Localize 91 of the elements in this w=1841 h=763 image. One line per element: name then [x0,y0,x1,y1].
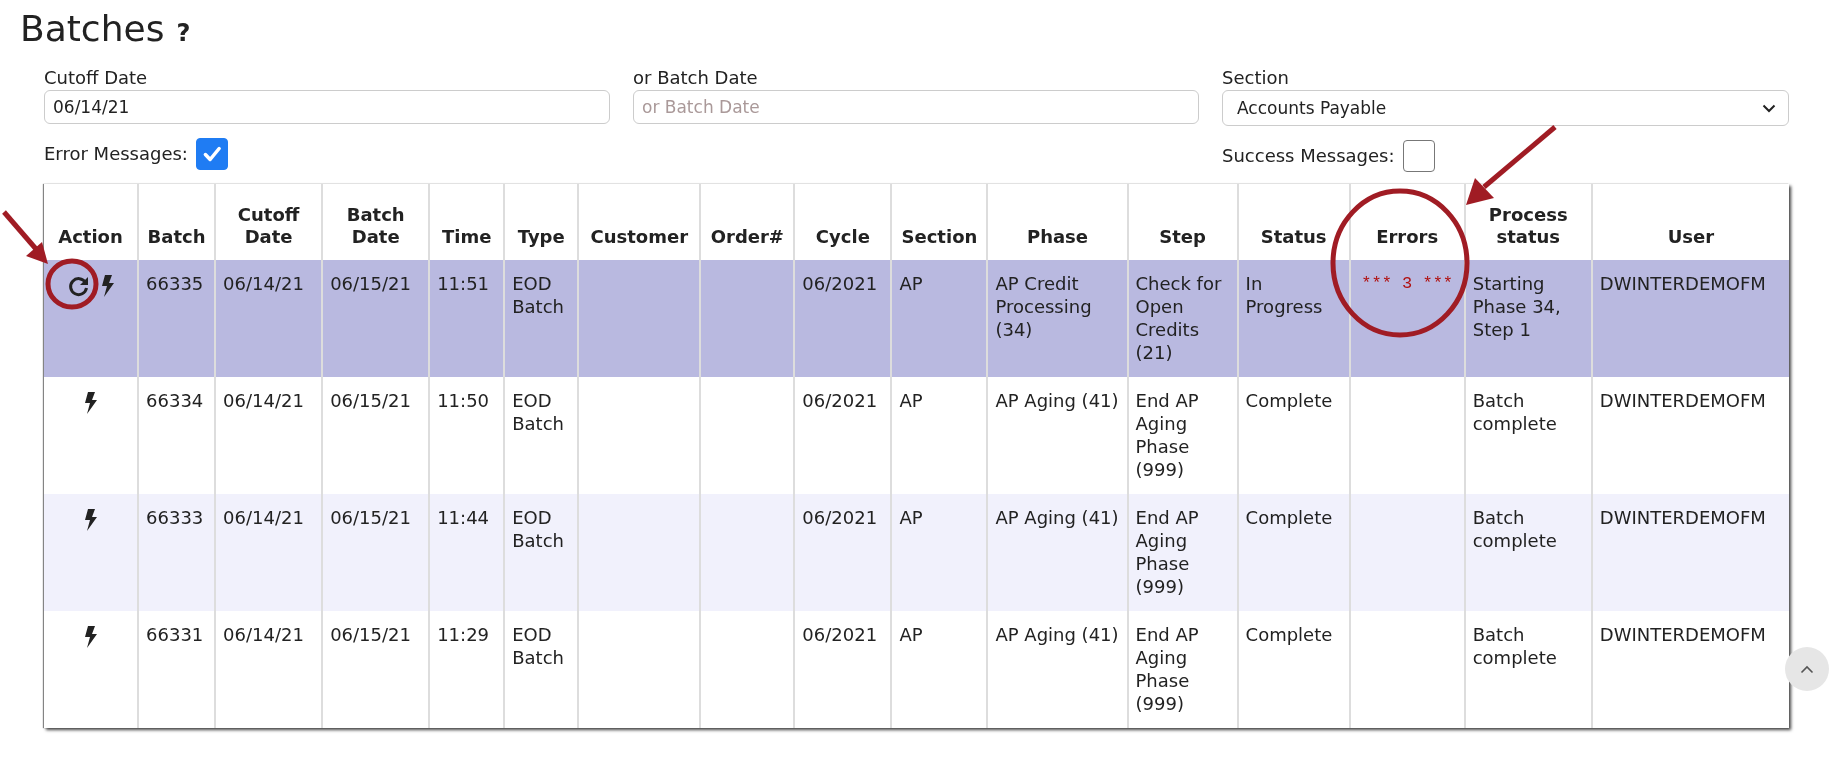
table-cell: DWINTERDEMOFM [1599,624,1766,645]
checkbox-label: Error Messages: [44,142,188,166]
table-cell: EOD Batch [512,507,564,551]
table-cell: 06/15/21 [330,624,411,645]
refresh-icon[interactable] [66,274,91,298]
column-header[interactable]: Process status [1469,204,1587,248]
table-row[interactable]: 66331 06/14/21 06/15/21 11:29 EOD Batch 06/2021 AP AP Aging (41) End AP Aging Phase (999) Complete Batch complete DWINTERDEMOFM [44,611,1789,728]
column-header[interactable]: Batch [143,226,211,248]
column-header[interactable]: Order# [705,226,790,248]
table-cell: EOD Batch [512,624,564,668]
table-cell: 06/2021 [802,624,878,645]
table-cell: Check for Open Credits (21) [1135,273,1222,363]
table-cell: AP Aging (41) [995,507,1119,528]
field-label: or Batch Date [633,66,759,90]
column-header[interactable]: Errors [1354,226,1460,248]
table-cell: Starting Phase 34, Step 1 [1472,273,1561,340]
table-cell: Complete [1245,624,1333,645]
chevron-down-icon [1762,103,1776,113]
column-header[interactable]: Type [509,226,574,248]
table-cell: 11:44 [437,507,490,528]
page-title: Batches [20,8,165,49]
table-cell: 06/2021 [802,390,878,411]
column-header[interactable]: User [1596,226,1785,248]
table-cell: 66334 [146,390,204,411]
table-cell: 11:50 [437,390,490,411]
table-cell: 06/14/21 [223,507,304,528]
success-messages-checkbox[interactable] [1402,140,1435,172]
column-header[interactable]: Section [896,226,983,248]
lightning-bolt-icon[interactable] [83,391,98,415]
column-header[interactable]: Status [1242,226,1345,248]
table-cell: In Progress [1245,273,1323,317]
table-cell: End AP Aging Phase (999) [1135,624,1199,714]
table-cell: DWINTERDEMOFM [1599,273,1766,294]
column-header[interactable]: Customer [583,226,696,248]
table-cell: *** 3 *** [1361,274,1454,293]
help-link[interactable]: ? [176,19,191,47]
field-label: Section [1222,66,1290,90]
table-cell: Batch complete [1472,624,1557,668]
table-cell: AP [899,390,923,411]
field-label: Cutoff Date [44,66,149,90]
error-messages-checkbox[interactable] [195,138,228,170]
table-cell: Complete [1245,390,1333,411]
column-header[interactable]: Phase [992,226,1123,248]
column-header[interactable]: Time [434,226,500,248]
table-row[interactable]: 66333 06/14/21 06/15/21 11:44 EOD Batch 06/2021 AP AP Aging (41) End AP Aging Phase (999) Complete Batch complete DWINTERDEMOFM [44,494,1789,611]
column-header[interactable]: Action [48,226,134,248]
table-cell: DWINTERDEMOFM [1599,390,1766,411]
table-cell: 06/14/21 [223,624,304,645]
table-cell: 06/15/21 [330,507,411,528]
table-cell: 06/15/21 [330,273,411,294]
table-cell: 11:51 [437,273,490,294]
lightning-bolt-icon[interactable] [83,508,98,532]
checkbox-label: Success Messages: [1222,144,1395,168]
column-header[interactable]: Cutoff Date [220,204,318,248]
table-cell: End AP Aging Phase (999) [1135,507,1199,597]
table-cell: 06/2021 [802,507,878,528]
table-cell: AP [899,624,923,645]
lightning-bolt-icon[interactable] [100,274,115,298]
table-cell: Batch complete [1472,390,1557,434]
table-cell: AP [899,507,923,528]
annotation-arrow [2,210,48,264]
table-cell: Complete [1245,507,1333,528]
table-cell: DWINTERDEMOFM [1599,507,1766,528]
table-cell: 06/2021 [802,273,878,294]
table-cell: EOD Batch [512,390,564,434]
table-cell: AP [899,273,923,294]
column-header[interactable]: Step [1132,226,1233,248]
table-cell: 66331 [146,624,204,645]
table-cell: 66335 [146,273,204,294]
section-dropdown[interactable]: Accounts Payable [1222,90,1789,126]
table-cell: AP Aging (41) [995,624,1119,645]
scroll-to-top-button[interactable] [1785,647,1829,691]
table-row[interactable]: 66334 06/14/21 06/15/21 11:50 EOD Batch 06/2021 AP AP Aging (41) End AP Aging Phase (999) Complete Batch complete DWINTERDEMOFM [44,377,1789,494]
table-cell: 06/15/21 [330,390,411,411]
table-cell: 66333 [146,507,204,528]
column-header[interactable]: Batch Date [327,204,425,248]
lightning-bolt-icon[interactable] [83,625,98,649]
annotation-circle [45,258,99,310]
table-row[interactable]: 66335 06/14/21 06/15/21 11:51 EOD Batch 06/2021 AP AP Credit Processing (34) Check for Open Credits (21) In Progress *** 3 *** Starting Phase 34, Step 1 DWINTERDEMOFM [44,260,1789,377]
column-header[interactable]: Cycle [799,226,887,248]
table-cell: End AP Aging Phase (999) [1135,390,1199,480]
table-cell: AP Aging (41) [995,390,1119,411]
table-cell: 06/14/21 [223,390,304,411]
table-cell: 11:29 [437,624,490,645]
chevron-up-icon [1800,664,1814,674]
table-cell: 06/14/21 [223,273,304,294]
table-cell: Batch complete [1472,507,1557,551]
batch-date-field[interactable]: or Batch Date [633,90,1199,124]
table-cell: AP Credit Processing (34) [995,273,1092,340]
cutoff-date-field[interactable]: 06/14/21 [44,90,610,124]
table-cell: EOD Batch [512,273,564,317]
